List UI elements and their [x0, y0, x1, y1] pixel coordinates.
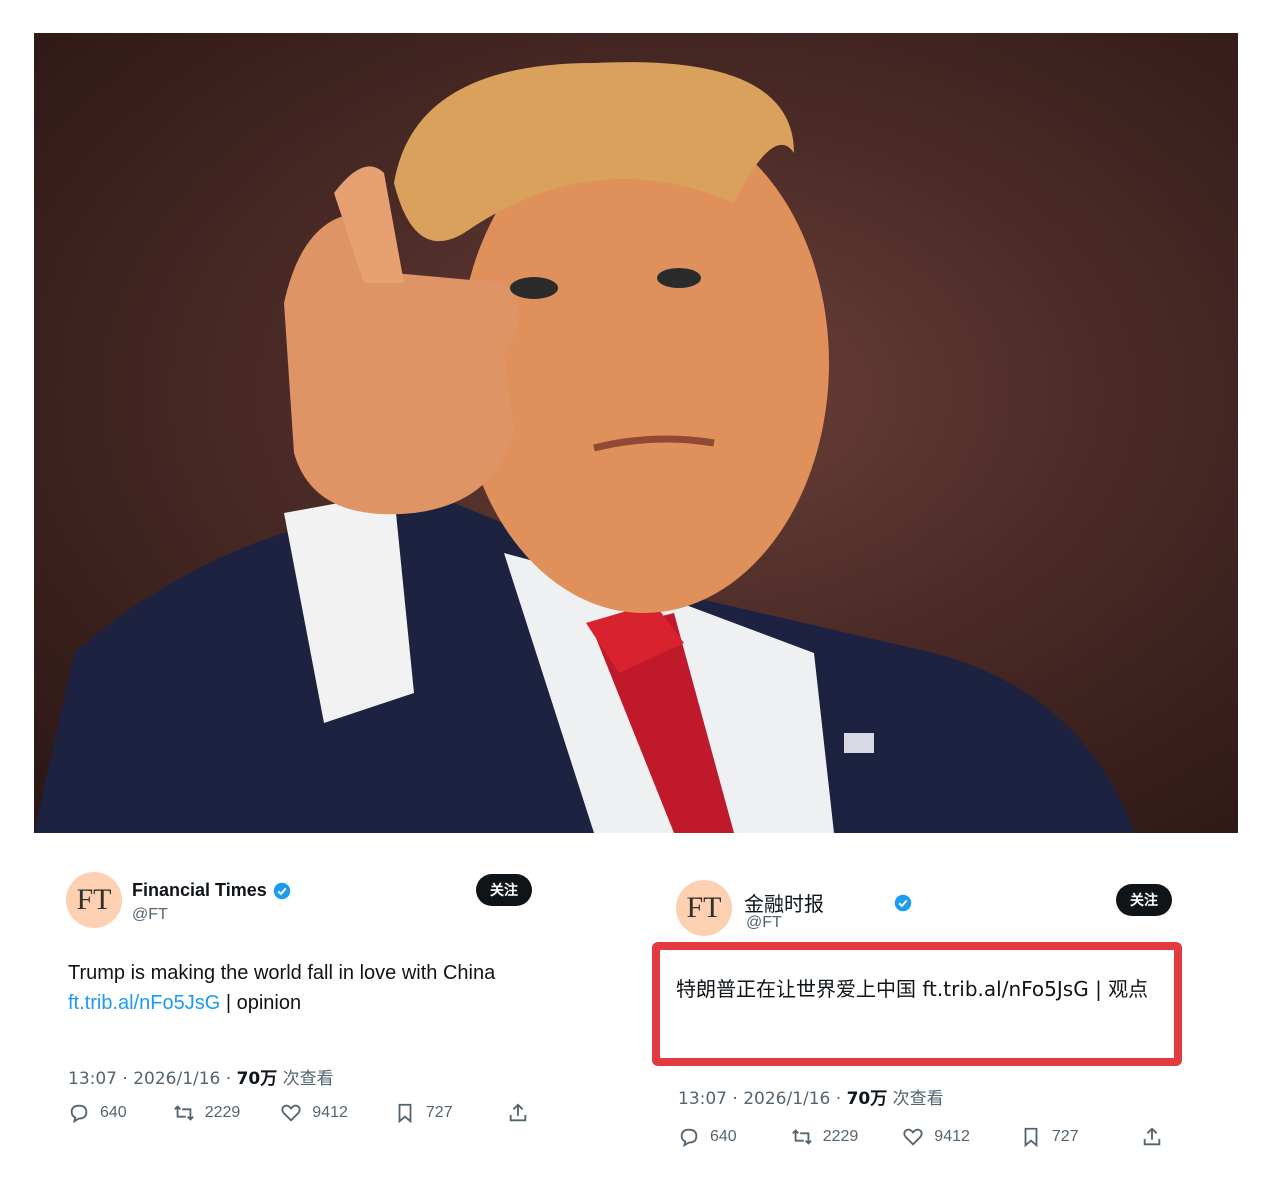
retweet-icon [791, 1129, 812, 1145]
avatar[interactable]: FT [676, 880, 732, 936]
author-name[interactable]: 金融时报 [744, 888, 824, 917]
heart-icon [281, 1104, 301, 1122]
news-photo [34, 33, 1238, 833]
retweet-button[interactable]: 2229 [173, 1102, 241, 1124]
tweet-meta: 13:07 · 2026/1/16 · 70万 次查看 [68, 1064, 334, 1089]
bookmark-count: 727 [425, 1104, 453, 1121]
heart-icon [903, 1128, 923, 1146]
bookmark-count: 727 [1051, 1128, 1079, 1145]
tweet-card-english: FT Financial Times @FT 关注 Trump is makin… [66, 872, 546, 1172]
tweet-text-tail: | opinion [220, 992, 302, 1014]
action-bar: 640 2229 9412 727 [678, 1126, 1188, 1148]
follow-button[interactable]: 关注 [1116, 884, 1172, 916]
tweet-text: Trump is making the world fall in love w… [68, 958, 538, 1018]
view-suffix: 次查看 [277, 1069, 334, 1089]
retweet-count: 2229 [822, 1128, 859, 1145]
reply-icon [70, 1104, 88, 1124]
verified-badge-icon [273, 882, 290, 899]
avatar[interactable]: FT [66, 872, 122, 928]
retweet-button[interactable]: 2229 [791, 1126, 859, 1148]
share-button[interactable] [1141, 1126, 1163, 1148]
share-icon [509, 1103, 526, 1122]
share-icon [1143, 1127, 1160, 1146]
like-count: 9412 [934, 1128, 970, 1145]
follow-button[interactable]: 关注 [476, 874, 532, 906]
tweet-text-main: Trump is making the world fall in love w… [68, 962, 496, 984]
author-name[interactable]: Financial Times [132, 880, 267, 901]
view-count: 70万 [846, 1089, 888, 1109]
tweet-meta: 13:07 · 2026/1/16 · 70万 次查看 [678, 1084, 944, 1109]
like-button[interactable]: 9412 [902, 1126, 970, 1148]
bookmark-icon [1024, 1127, 1038, 1148]
tweet-timestamp[interactable]: 13:07 · 2026/1/16 · [678, 1089, 847, 1109]
author-row: 金融时报 [744, 888, 912, 917]
share-button[interactable] [507, 1102, 529, 1124]
portrait-illustration [34, 62, 1134, 833]
avatar-logo-text: FT [76, 883, 112, 916]
like-count: 9412 [312, 1104, 348, 1121]
author-handle[interactable]: @FT [132, 906, 168, 924]
reply-icon [680, 1128, 698, 1148]
bookmark-button[interactable]: 727 [394, 1102, 453, 1124]
red-highlight-box [652, 942, 1182, 1066]
retweet-count: 2229 [204, 1104, 241, 1121]
author-row: Financial Times [132, 880, 291, 901]
action-bar: 640 2229 9412 727 [68, 1102, 548, 1124]
bookmark-button[interactable]: 727 [1020, 1126, 1079, 1148]
avatar-logo-text: FT [686, 891, 722, 924]
view-suffix: 次查看 [887, 1089, 944, 1109]
reply-count: 640 [100, 1104, 127, 1121]
reply-button[interactable]: 640 [678, 1126, 737, 1148]
retweet-icon [173, 1105, 194, 1121]
tweet-text: 特朗普正在让世界爱上中国 ft.trib.al/nFo5JsG | 观点 [676, 977, 1149, 1001]
bookmark-icon [398, 1103, 412, 1124]
tweet-link[interactable]: ft.trib.al/nFo5JsG [68, 992, 220, 1014]
verified-badge-icon [894, 894, 912, 911]
reply-button[interactable]: 640 [68, 1102, 127, 1124]
author-handle[interactable]: @FT [746, 914, 782, 932]
reply-count: 640 [710, 1128, 737, 1145]
view-count: 70万 [236, 1069, 278, 1089]
like-button[interactable]: 9412 [280, 1102, 348, 1124]
tweet-card-chinese: FT 金融时报 @FT 关注 特朗普正在让世界爱上中国 ft.trib.al/n… [652, 880, 1188, 1180]
tweet-timestamp[interactable]: 13:07 · 2026/1/16 · [68, 1069, 237, 1089]
